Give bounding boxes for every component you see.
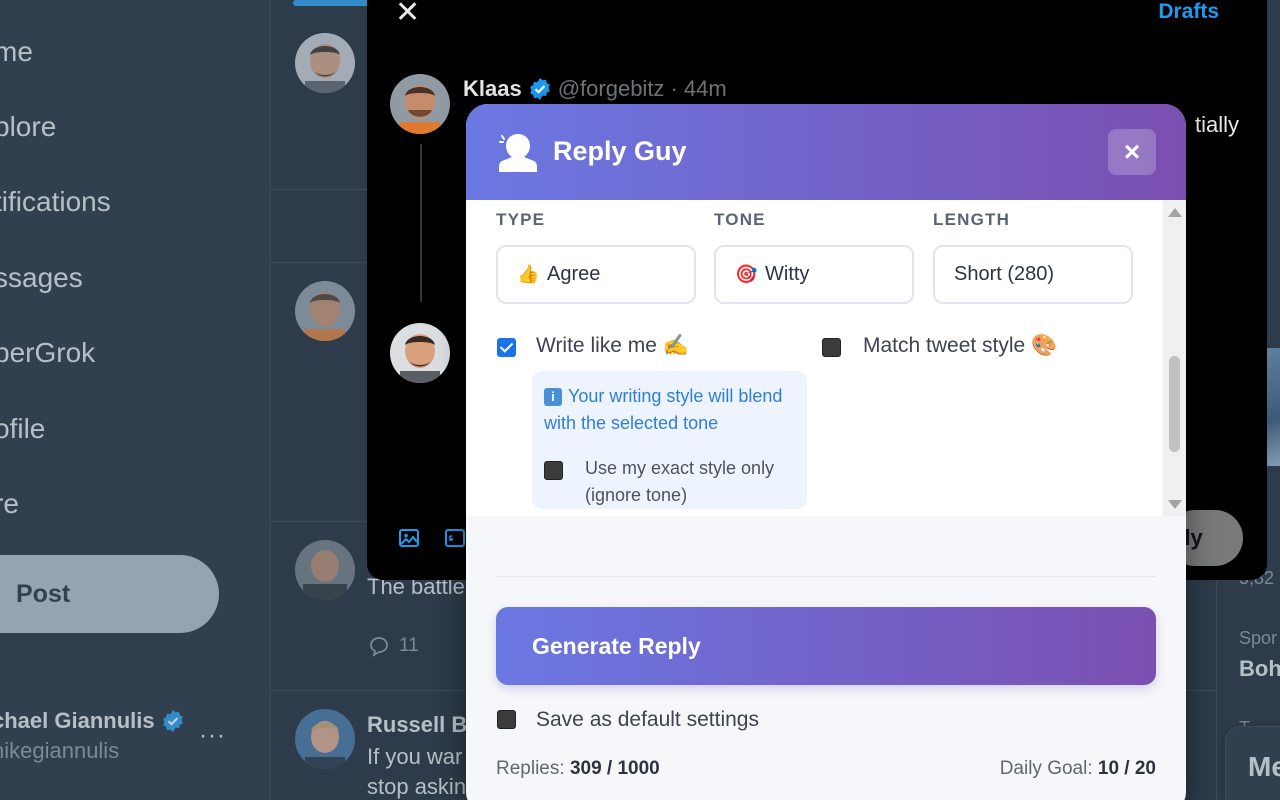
thread-line [420,144,422,302]
save-default-checkbox[interactable] [497,710,516,729]
author-handle[interactable]: @forgebitz [558,76,665,102]
composer-toolbar [397,526,467,550]
info-icon: i [544,388,562,406]
info-text: Your writing style will blend with the s… [544,386,783,433]
reply-guy-panel: Reply Guy × TYPE TONE LENGTH 👍 Agree 🎯 Wit… [466,104,1186,800]
thumbs-up-icon: 👍 [517,264,540,284]
length-select[interactable]: Short (280) [933,245,1133,304]
reply-guy-header: Reply Guy × [466,104,1186,200]
settings-scroll-area[interactable]: TYPE TONE LENGTH 👍 Agree 🎯 Witty Short (28… [466,200,1186,516]
info-message: i Your writing style will blend with the … [544,383,802,437]
gif-icon[interactable] [443,526,467,550]
exact-style-checkbox[interactable] [544,461,563,480]
verified-badge-icon [529,78,550,100]
type-label: TYPE [496,210,546,229]
target-icon: 🎯 [735,264,758,284]
type-select-value: Agree [547,263,601,285]
post-time: · 44m [670,76,727,101]
tone-select[interactable]: 🎯 Witty [714,245,914,304]
close-icon[interactable]: ✕ [395,0,420,28]
generate-reply-button[interactable]: Generate Reply [496,607,1156,685]
scrollbar-thumb[interactable] [1169,356,1180,452]
image-icon[interactable] [397,526,421,550]
tone-label: TONE [714,210,766,229]
daily-goal-stat: Daily Goal: 10 / 20 [1000,758,1156,780]
author-name[interactable]: Klaas [463,76,522,102]
panel-title: Reply Guy [553,136,687,166]
quoted-author: Klaas @forgebitz · 44m [463,76,727,102]
avatar[interactable] [390,74,450,134]
avatar[interactable] [390,323,450,383]
match-tweet-style-checkbox[interactable] [822,338,841,357]
match-tweet-style-label[interactable]: Match tweet style 🎨 [863,334,1057,358]
replies-label: Replies: [496,758,565,779]
replies-stat: Replies: 309 / 1000 [496,758,660,780]
drafts-button[interactable]: Drafts [1158,0,1219,24]
daily-goal-label: Daily Goal: [999,758,1093,779]
write-like-me-label[interactable]: Write like me ✍️ [536,334,689,358]
write-like-me-checkbox[interactable] [497,338,516,357]
style-info-box: i Your writing style will blend with the … [532,371,807,509]
type-select[interactable]: 👍 Agree [496,245,696,304]
reply-guy-logo-icon [499,134,537,172]
scrollbar[interactable] [1163,200,1186,516]
divider [496,576,1156,577]
close-icon[interactable]: × [1108,129,1156,175]
length-select-value: Short (280) [954,263,1055,285]
daily-goal-value: 10 / 20 [1097,758,1156,779]
exact-style-label[interactable]: Use my exact style only (ignore tone) [585,455,795,509]
scroll-down-icon[interactable] [1168,500,1182,509]
replies-value: 309 / 1000 [569,758,660,779]
quoted-text: tially [1195,112,1240,137]
save-default-label[interactable]: Save as default settings [536,708,759,732]
scroll-up-icon[interactable] [1168,208,1182,217]
length-label: LENGTH [933,210,1011,229]
tone-select-value: Witty [765,263,810,285]
